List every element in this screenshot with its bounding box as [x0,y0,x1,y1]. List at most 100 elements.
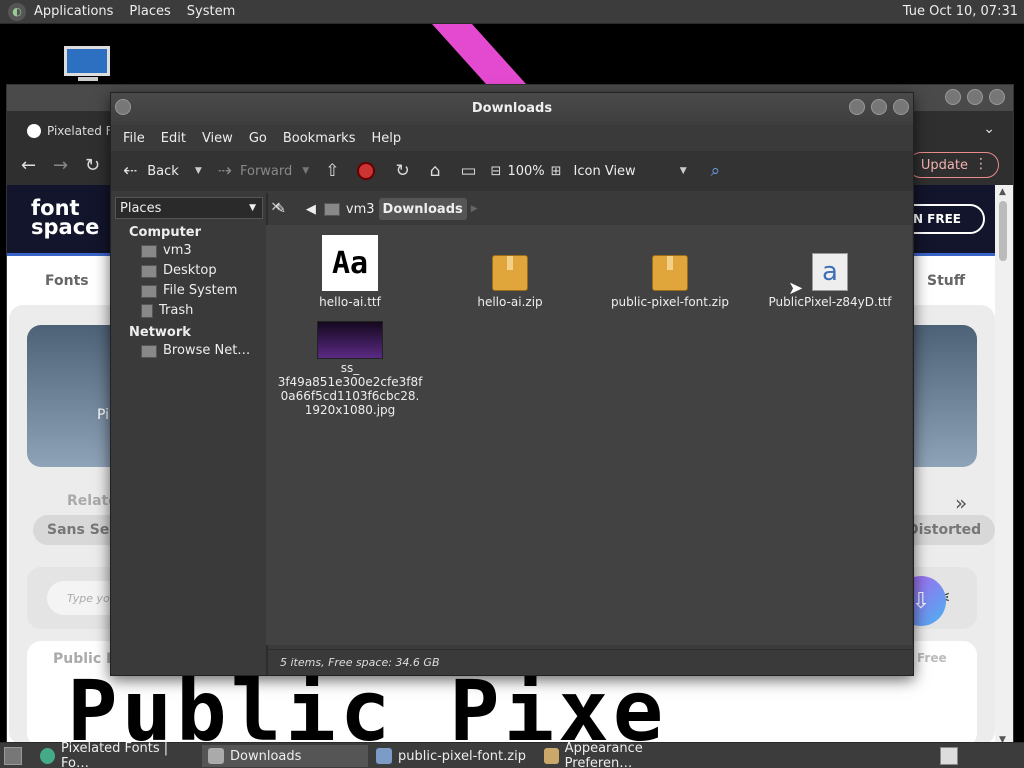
sidebar-section-computer: Computer [129,225,202,240]
path-scroll-right-icon[interactable]: ▶ [467,198,482,220]
back-button[interactable]: ⇠ Back ▼ [123,161,202,181]
file-name-line: 3f49a851e300e2cfe3f8f [277,375,423,389]
sidebar-item-label: Trash [159,303,194,318]
path-segment-downloads[interactable]: Downloads [378,198,467,220]
distro-logo-icon[interactable]: ◐ [8,2,26,21]
hero-text: Pi [97,407,110,423]
fm-menubar: File Edit View Go Bookmarks Help [111,125,913,151]
zoom-out-icon[interactable]: ⊟ [491,164,502,179]
fm-titlebar[interactable]: Downloads [111,93,913,125]
sidebar-type-select[interactable]: Places ▼ [115,197,263,219]
sidebar-header-label: Places [120,200,162,216]
stop-icon[interactable] [357,162,376,180]
fm-minimize-button[interactable] [849,99,865,115]
view-mode-select[interactable]: Icon View ▼ [574,164,687,179]
menu-file[interactable]: File [115,131,153,146]
page-scrollbar[interactable]: ▲ ▼ [995,185,1013,747]
file-item[interactable]: public-pixel-font.zip [590,235,750,309]
fontspace-favicon-icon [27,124,41,138]
file-item[interactable]: Aa hello-ai.ttf [270,235,430,309]
scroll-up-icon[interactable]: ▲ [999,187,1006,197]
taskbar-item-browser[interactable]: Pixelated Fonts | Fo… [34,741,198,768]
fm-window-title: Downloads [471,101,553,116]
browser-menu-dots-icon[interactable]: ⋮ [974,156,988,172]
forward-arrow-icon: ⇢ [217,161,232,181]
computer-desktop-icon[interactable] [64,46,112,82]
sidebar-item-file-system[interactable]: File System [141,281,263,301]
path-segment-label: vm3 [345,201,375,217]
sidebar-item-label: vm3 [163,243,192,258]
desktop-folder-icon [141,264,157,278]
menu-view[interactable]: View [194,131,241,146]
forward-history-dropdown-icon[interactable]: ▼ [302,166,309,176]
menu-go[interactable]: Go [241,131,275,146]
path-segment-vm3[interactable]: vm3 [320,198,379,220]
forward-button[interactable]: ⇢ Forward ▼ [218,161,309,181]
status-bar: 5 items, Free space: 34.6 GB [266,649,912,675]
reload-icon[interactable]: ↻ [85,155,100,176]
reload-icon[interactable]: ↻ [395,161,409,181]
view-mode-label: Icon View [573,163,636,179]
browser-maximize-button[interactable] [967,89,983,105]
search-icon[interactable]: ⌕ [711,161,721,181]
mouse-cursor-icon: ➤ [788,278,804,299]
view-mode-dropdown-icon: ▼ [679,166,687,176]
back-arrow-icon[interactable]: ← [21,155,36,176]
home-folder-icon [141,244,157,258]
browser-close-button[interactable] [989,89,1005,105]
forward-arrow-icon[interactable]: → [53,155,68,176]
path-scroll-left-icon[interactable]: ◀ [302,198,320,220]
home-folder-icon [323,202,340,216]
browser-update-button[interactable]: Update ⋮ [907,152,999,178]
file-item[interactable]: a PublicPixel-z84yD.ttf [750,235,910,309]
free-label: Free [917,651,947,665]
menu-edit[interactable]: Edit [153,131,194,146]
menu-system[interactable]: System [179,0,243,24]
file-icon-view[interactable]: Aa hello-ai.ttf hello-ai.zip public-pixe… [266,225,912,645]
fm-close-button[interactable] [893,99,909,115]
file-name-line: ss_ [340,361,360,375]
sidebar-item-desktop[interactable]: Desktop [141,261,263,281]
browser-minimize-button[interactable] [945,89,961,105]
update-label: Update [920,157,968,173]
back-history-dropdown-icon[interactable]: ▼ [195,166,202,176]
home-folder-icon[interactable]: ⌂ [430,161,441,181]
show-desktop-icon[interactable] [4,747,22,765]
file-item[interactable]: hello-ai.zip [430,235,590,309]
browser-tab-title: Pixelated F [47,124,113,138]
file-name: hello-ai.ttf [319,295,381,309]
file-name-line: 0a66f5cd1103f6cbc28. [280,389,420,403]
archive-icon [652,255,688,291]
nav-stuff-link[interactable]: Stuff [927,273,965,289]
menu-applications[interactable]: Applications [26,0,121,24]
computer-icon[interactable]: ▭ [460,161,476,181]
taskbar-item-archive[interactable]: public-pixel-font.zip [370,745,536,767]
fontspace-logo[interactable]: font space [31,198,100,239]
panel-clock[interactable]: Tue Oct 10, 07:31 [903,0,1018,24]
taskbar-item-appearance[interactable]: Appearance Preferen… [538,741,708,768]
toggle-location-entry-icon[interactable]: ✎ [271,198,290,220]
workspace-switcher[interactable] [940,747,958,765]
up-parent-icon[interactable]: ⇧ [325,161,339,181]
file-name: PublicPixel-z84yD.ttf [768,295,892,309]
zoom-in-icon[interactable]: ⊞ [551,164,562,179]
taskbar-item-downloads[interactable]: Downloads [202,745,368,767]
font-sample-text: Public Pixe [67,662,668,747]
sidebar-item-vm3[interactable]: vm3 [141,241,263,261]
drive-icon [141,284,157,298]
scroll-thumb[interactable] [999,201,1007,261]
fm-maximize-button[interactable] [871,99,887,115]
file-item[interactable]: ss_ 3f49a851e300e2cfe3f8f 0a66f5cd1103f6… [270,321,430,417]
file-manager-window: Downloads File Edit View Go Bookmarks He… [110,92,914,676]
menu-bookmarks[interactable]: Bookmarks [275,131,364,146]
menu-places[interactable]: Places [121,0,178,24]
sidebar-item-browse-network[interactable]: Browse Net… [141,341,263,361]
location-path-bar: ✎ ◀ vm3 Downloads ▶ [271,197,911,221]
nav-fonts-link[interactable]: Fonts [45,273,89,289]
sidebar-item-trash[interactable]: Trash [141,301,263,321]
scroll-right-icon[interactable]: » [955,491,967,515]
browser-tab[interactable]: Pixelated F [17,117,123,145]
logo-line2: space [31,215,100,239]
tab-list-chevron-icon[interactable]: ⌄ [983,121,995,137]
menu-help[interactable]: Help [363,131,409,146]
